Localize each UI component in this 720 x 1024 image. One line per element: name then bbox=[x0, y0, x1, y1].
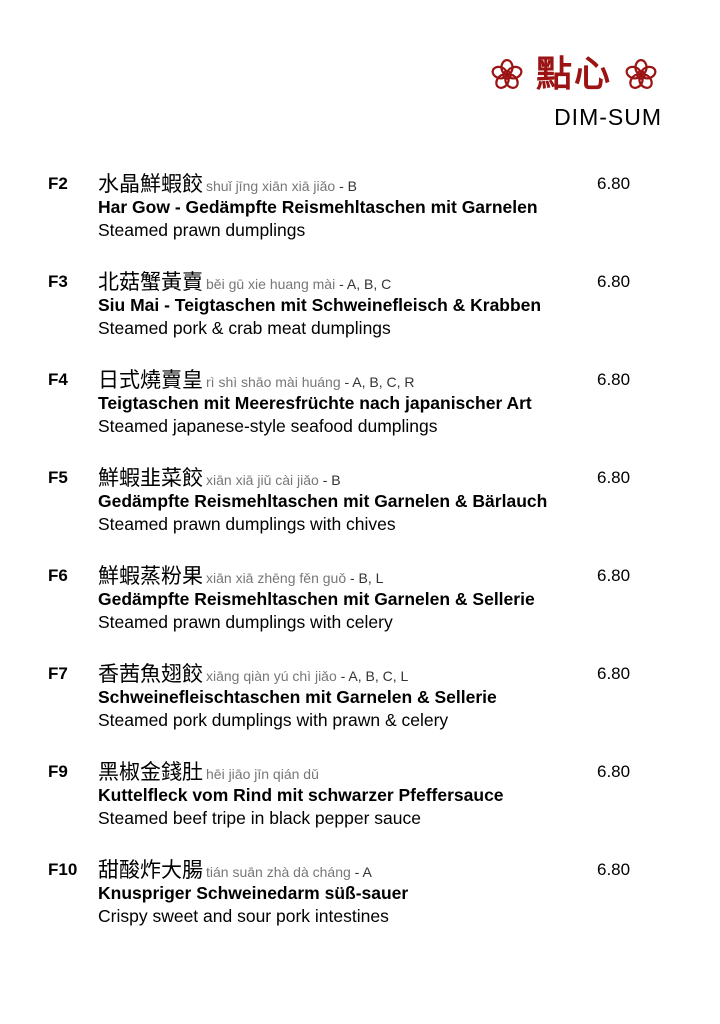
menu-header: 點心 DIM-SUM bbox=[490, 52, 661, 131]
item-code: F3 bbox=[48, 272, 68, 291]
item-pinyin: běi gū xie huang mài bbox=[206, 276, 336, 292]
item-code: F2 bbox=[48, 174, 68, 193]
item-allergens: - B, L bbox=[346, 570, 384, 586]
item-code: F6 bbox=[48, 566, 68, 585]
item-name-chinese: 甜酸炸大腸 bbox=[98, 858, 203, 882]
item-name-line: 黑椒金錢肚 hēi jiāo jīn qián dǔ bbox=[98, 756, 319, 786]
item-allergens: - B bbox=[335, 178, 357, 194]
flower-icon bbox=[625, 59, 657, 89]
page-title-english: DIM-SUM bbox=[554, 104, 662, 130]
item-code: F10 bbox=[48, 860, 78, 879]
item-allergens: - A bbox=[350, 864, 372, 880]
flower-icon bbox=[491, 59, 523, 89]
item-name-german: Har Gow - Gedämpfte Reismehltaschen mit … bbox=[98, 197, 538, 217]
item-name-german: Kuttelfleck vom Rind mit schwarzer Pfeff… bbox=[98, 785, 504, 805]
item-allergens: - B bbox=[318, 472, 341, 488]
item-name-german: Gedämpfte Reismehltaschen mit Garnelen &… bbox=[98, 589, 535, 609]
item-code: F5 bbox=[48, 468, 68, 487]
menu-item: F9 黑椒金錢肚 hēi jiāo jīn qián dǔ Kuttelfleck… bbox=[48, 756, 648, 854]
item-name-german: Teigtaschen mit Meeresfrüchte nach japan… bbox=[98, 393, 532, 413]
item-name-english: Steamed prawn dumplings bbox=[98, 220, 306, 240]
item-price: 6.80 bbox=[597, 272, 631, 291]
item-pinyin: xiāng qiàn yú chì jiǎo bbox=[206, 668, 337, 684]
item-pinyin: hēi jiāo jīn qián dǔ bbox=[206, 766, 319, 782]
item-name-english: Steamed beef tripe in black pepper sauce bbox=[98, 808, 421, 828]
item-pinyin: xiān xiā zhēng fěn guǒ bbox=[206, 570, 347, 586]
menu-list: F2 水晶鮮蝦餃 shuǐ jīng xiān xiā jiǎo - B Har … bbox=[48, 168, 648, 952]
item-name-chinese: 鮮蝦韭菜餃 bbox=[98, 466, 203, 490]
menu-item: F5 鮮蝦韭菜餃 xiān xiā jiǔ cài jiǎo - B Gedämp… bbox=[48, 462, 648, 560]
item-price: 6.80 bbox=[597, 566, 631, 585]
item-name-german: Schweinefleischtaschen mit Garnelen & Se… bbox=[98, 687, 497, 707]
item-code: F7 bbox=[48, 664, 68, 683]
item-name-line: 香茜魚翅餃 xiāng qiàn yú chì jiǎo - A, B, C, L bbox=[98, 658, 408, 688]
item-name-english: Steamed prawn dumplings with celery bbox=[98, 612, 393, 632]
menu-item: F10 甜酸炸大腸 tián suān zhà dà cháng - A Knus… bbox=[48, 854, 648, 952]
item-name-english: Steamed pork & crab meat dumplings bbox=[98, 318, 391, 338]
item-name-chinese: 水晶鮮蝦餃 bbox=[98, 172, 203, 196]
item-price: 6.80 bbox=[597, 174, 631, 193]
item-name-german: Gedämpfte Reismehltaschen mit Garnelen &… bbox=[98, 491, 548, 511]
item-allergens: - A, B, C bbox=[335, 276, 392, 292]
item-name-english: Crispy sweet and sour pork intestines bbox=[98, 906, 389, 926]
item-price: 6.80 bbox=[597, 762, 631, 781]
item-name-line: 日式燒賣皇 rì shì shāo mài huáng - A, B, C, R bbox=[98, 364, 415, 394]
item-name-german: Knuspriger Schweinedarm süß-sauer bbox=[98, 883, 409, 903]
item-name-chinese: 黑椒金錢肚 bbox=[98, 760, 203, 784]
page-title-chinese: 點心 bbox=[535, 54, 612, 95]
item-name-chinese: 香茜魚翅餃 bbox=[98, 662, 203, 686]
item-name-english: Steamed pork dumplings with prawn & cele… bbox=[98, 710, 449, 730]
item-pinyin: shuǐ jīng xiān xiā jiǎo bbox=[206, 178, 336, 194]
item-allergens: - A, B, C, R bbox=[340, 374, 415, 390]
item-name-chinese: 日式燒賣皇 bbox=[98, 368, 203, 392]
item-code: F9 bbox=[48, 762, 68, 781]
menu-item: F3 北菇蟹黃賣 běi gū xie huang mài - A, B, C S… bbox=[48, 266, 648, 364]
item-name-german: Siu Mai - Teigtaschen mit Schweinefleisc… bbox=[98, 295, 542, 315]
menu-item: F2 水晶鮮蝦餃 shuǐ jīng xiān xiā jiǎo - B Har … bbox=[48, 168, 648, 266]
item-price: 6.80 bbox=[597, 468, 631, 487]
item-name-line: 北菇蟹黃賣 běi gū xie huang mài - A, B, C bbox=[98, 266, 391, 296]
item-code: F4 bbox=[48, 370, 68, 389]
item-name-line: 水晶鮮蝦餃 shuǐ jīng xiān xiā jiǎo - B bbox=[98, 168, 357, 198]
item-name-line: 鮮蝦韭菜餃 xiān xiā jiǔ cài jiǎo - B bbox=[98, 462, 341, 492]
item-name-english: Steamed japanese-style seafood dumplings bbox=[98, 416, 438, 436]
item-pinyin: xiān xiā jiǔ cài jiǎo bbox=[206, 472, 319, 488]
item-name-chinese: 北菇蟹黃賣 bbox=[98, 270, 203, 294]
item-pinyin: tián suān zhà dà cháng bbox=[206, 864, 351, 880]
item-price: 6.80 bbox=[597, 860, 631, 879]
item-name-chinese: 鮮蝦蒸粉果 bbox=[98, 564, 203, 588]
item-price: 6.80 bbox=[597, 370, 631, 389]
title-row: 點心 bbox=[490, 52, 658, 98]
item-name-line: 甜酸炸大腸 tián suān zhà dà cháng - A bbox=[98, 854, 372, 884]
item-pinyin: rì shì shāo mài huáng bbox=[206, 374, 341, 390]
item-name-english: Steamed prawn dumplings with chives bbox=[98, 514, 396, 534]
item-price: 6.80 bbox=[597, 664, 631, 683]
menu-item: F6 鮮蝦蒸粉果 xiān xiā zhēng fěn guǒ - B, L Ge… bbox=[48, 560, 648, 658]
menu-item: F7 香茜魚翅餃 xiāng qiàn yú chì jiǎo - A, B, C… bbox=[48, 658, 648, 756]
item-name-line: 鮮蝦蒸粉果 xiān xiā zhēng fěn guǒ - B, L bbox=[98, 560, 383, 590]
menu-item: F4 日式燒賣皇 rì shì shāo mài huáng - A, B, C,… bbox=[48, 364, 648, 462]
item-allergens: - A, B, C, L bbox=[336, 668, 409, 684]
